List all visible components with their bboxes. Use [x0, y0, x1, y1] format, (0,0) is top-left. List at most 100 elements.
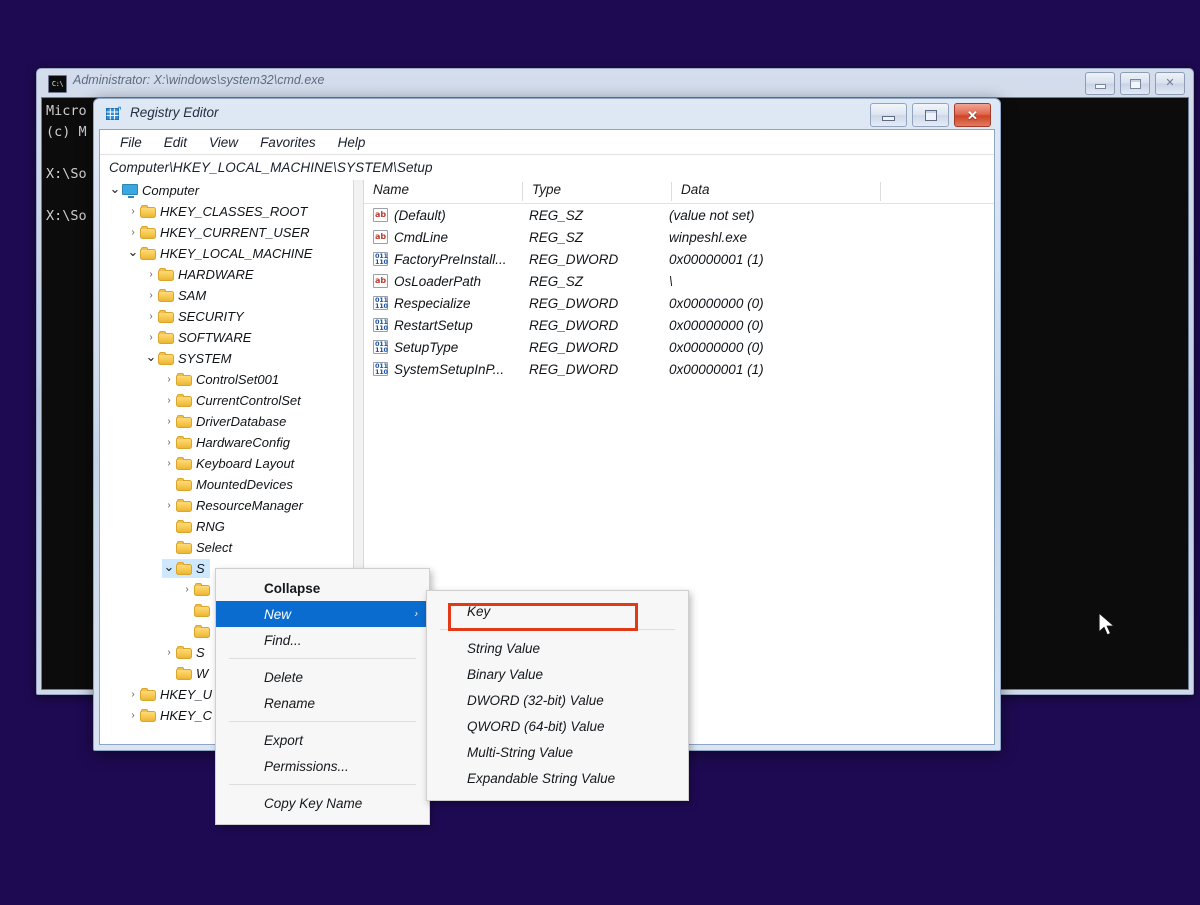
cmd-maximize-button[interactable] [1120, 72, 1150, 95]
chevron-down-icon[interactable]: ⌄ [126, 245, 140, 258]
menu-copy-key-name[interactable]: Copy Key Name [216, 790, 429, 816]
submenu-binary-value[interactable]: Binary Value [427, 661, 688, 687]
chevron-right-icon[interactable]: › [126, 689, 140, 700]
string-value-icon: ab [373, 208, 388, 222]
menu-item-label: Collapse [264, 580, 321, 596]
chevron-right-icon[interactable]: › [162, 374, 176, 385]
menu-export[interactable]: Export [216, 727, 429, 753]
submenu-key[interactable]: Key [427, 598, 688, 631]
tree-item[interactable]: › SAM [100, 285, 353, 306]
tree-item[interactable]: › SOFTWARE [100, 327, 353, 348]
folder-icon [176, 562, 192, 575]
menu-new[interactable]: New › [216, 601, 429, 627]
menu-separator [229, 784, 416, 785]
submenu-qword-64-bit-value[interactable]: QWORD (64-bit) Value [427, 713, 688, 739]
chevron-right-icon: › [414, 608, 418, 620]
table-row[interactable]: 011 110 SetupType REG_DWORD 0x00000000 (0) [364, 336, 994, 358]
chevron-down-icon[interactable]: ⌄ [162, 560, 176, 573]
chevron-right-icon[interactable]: › [144, 290, 158, 301]
chevron-down-icon[interactable]: ⌄ [108, 182, 122, 195]
table-row[interactable]: ab CmdLine REG_SZ winpeshl.exe [364, 226, 994, 248]
menu-bar[interactable]: File Edit View Favorites Help [100, 130, 994, 155]
chevron-right-icon[interactable]: › [144, 332, 158, 343]
chevron-right-icon[interactable]: › [162, 395, 176, 406]
menu-delete[interactable]: Delete [216, 664, 429, 690]
tree-item[interactable]: › HARDWARE [100, 264, 353, 285]
tree-item-label: S [196, 645, 205, 660]
chevron-right-icon[interactable]: › [180, 584, 194, 595]
table-row[interactable]: 011 110 SystemSetupInP... REG_DWORD 0x000000… [364, 358, 994, 380]
table-row[interactable]: 011 110 Respecialize REG_DWORD 0x00000000 (0… [364, 292, 994, 314]
tree-item[interactable]: ⌄ Computer [100, 180, 353, 201]
tree-item[interactable]: › HKEY_CLASSES_ROOT [100, 201, 353, 222]
submenu-multi-string-value[interactable]: Multi-String Value [427, 739, 688, 765]
value-data: 0x00000001 (1) [669, 251, 764, 267]
registry-titlebar[interactable]: Registry Editor ✕ [94, 99, 1000, 129]
tree-item[interactable]: › ControlSet001 [100, 369, 353, 390]
table-row[interactable]: ab OsLoaderPath REG_SZ \ [364, 270, 994, 292]
cmd-titlebar[interactable]: C:\ Administrator: X:\windows\system32\c… [37, 69, 1193, 97]
submenu-expandable-string-value[interactable]: Expandable String Value [427, 765, 688, 791]
registry-minimize-button[interactable] [870, 103, 907, 127]
tree-item[interactable]: ⌄ HKEY_LOCAL_MACHINE [100, 243, 353, 264]
tree-item[interactable]: Select [100, 537, 353, 558]
chevron-right-icon[interactable]: › [162, 458, 176, 469]
chevron-right-icon[interactable]: › [144, 311, 158, 322]
tree-item[interactable]: ⌄ SYSTEM [100, 348, 353, 369]
chevron-right-icon[interactable]: › [162, 500, 176, 511]
menu-help[interactable]: Help [327, 133, 377, 152]
tree-item[interactable]: › SECURITY [100, 306, 353, 327]
new-submenu[interactable]: Key String Value Binary Value DWORD (32-bit… [426, 590, 689, 801]
column-header-data[interactable]: Data [672, 180, 881, 203]
registry-close-button[interactable]: ✕ [954, 103, 991, 127]
cmd-window-controls[interactable]: ✕ [1085, 72, 1185, 95]
value-name: (Default) [394, 207, 446, 223]
close-icon: ✕ [967, 107, 978, 123]
cmd-window-title: Administrator: X:\windows\system32\cmd.e… [73, 73, 325, 87]
chevron-right-icon[interactable]: › [162, 437, 176, 448]
submenu-dword-32-bit-value[interactable]: DWORD (32-bit) Value [427, 687, 688, 713]
chevron-right-icon[interactable]: › [126, 227, 140, 238]
menu-permissions[interactable]: Permissions... [216, 753, 429, 779]
chevron-right-icon[interactable]: › [162, 416, 176, 427]
menu-edit[interactable]: Edit [153, 133, 198, 152]
menu-item-label: Rename [264, 695, 316, 711]
registry-window-controls[interactable]: ✕ [870, 103, 991, 127]
registry-maximize-button[interactable] [912, 103, 949, 127]
table-row[interactable]: 011 110 FactoryPreInstall... REG_DWORD 0x000… [364, 248, 994, 270]
tree-item[interactable]: › CurrentControlSet [100, 390, 353, 411]
chevron-right-icon[interactable]: › [126, 710, 140, 721]
menu-find[interactable]: Find... [216, 627, 429, 653]
context-menu[interactable]: Collapse New › Find... Delete Rename Export Per… [215, 568, 430, 825]
menu-file[interactable]: File [109, 133, 153, 152]
column-header-type[interactable]: Type [523, 180, 672, 203]
values-list[interactable]: ab (Default) REG_SZ (value not set) ab CmdLin… [364, 204, 994, 380]
menu-rename[interactable]: Rename [216, 690, 429, 716]
chevron-right-icon[interactable]: › [144, 269, 158, 280]
tree-item[interactable]: › ResourceManager [100, 495, 353, 516]
chevron-right-icon[interactable]: › [162, 647, 176, 658]
tree-item[interactable]: › Keyboard Layout [100, 453, 353, 474]
chevron-right-icon[interactable]: › [126, 206, 140, 217]
chevron-down-icon[interactable]: ⌄ [144, 350, 158, 363]
menu-favorites[interactable]: Favorites [249, 133, 327, 152]
table-row[interactable]: 011 110 RestartSetup REG_DWORD 0x00000000 (0… [364, 314, 994, 336]
menu-view[interactable]: View [198, 133, 249, 152]
tree-item[interactable]: › HardwareConfig [100, 432, 353, 453]
tree-item[interactable]: MountedDevices [100, 474, 353, 495]
tree-item[interactable]: › DriverDatabase [100, 411, 353, 432]
tree-item-label: S [196, 561, 205, 576]
cmd-close-button[interactable]: ✕ [1155, 72, 1185, 95]
submenu-string-value[interactable]: String Value [427, 635, 688, 661]
table-row[interactable]: ab (Default) REG_SZ (value not set) [364, 204, 994, 226]
folder-icon [140, 688, 156, 701]
address-bar[interactable]: Computer\HKEY_LOCAL_MACHINE\SYSTEM\Setup [100, 155, 994, 181]
tree-item[interactable]: RNG [100, 516, 353, 537]
folder-icon [194, 604, 210, 617]
dword-value-icon: 011 110 [373, 362, 388, 376]
tree-item[interactable]: › HKEY_CURRENT_USER [100, 222, 353, 243]
menu-collapse[interactable]: Collapse [216, 575, 429, 601]
cmd-minimize-button[interactable] [1085, 72, 1115, 95]
column-header-name[interactable]: Name [364, 180, 523, 203]
values-column-headers[interactable]: Name Type Data [364, 180, 994, 204]
